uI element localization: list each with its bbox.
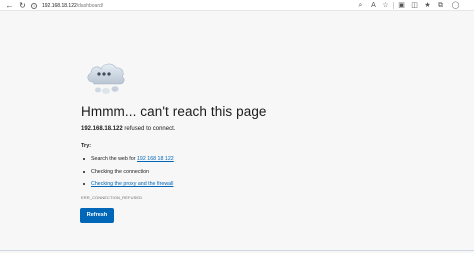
- search-icon[interactable]: ⌕: [356, 1, 365, 10]
- error-description: 192.168.18.122 refused to connect.: [81, 126, 175, 132]
- page-title: Hmmm... can't reach this page: [81, 104, 267, 119]
- reload-icon[interactable]: ↻: [18, 1, 27, 10]
- checking-connection-text: Checking the connection: [91, 168, 150, 175]
- collections-icon[interactable]: ⧉: [436, 1, 445, 10]
- error-code: ERR_CONNECTION_REFUSED: [81, 195, 143, 200]
- bottom-border: [0, 250, 474, 251]
- url-host: 192.168.18.122: [42, 2, 77, 9]
- address-bar[interactable]: i 192.168.18.122 /dashboard/: [31, 1, 356, 10]
- list-item: Search the web for 192 168 18 122: [81, 155, 174, 168]
- cloud-error-icon: [87, 63, 125, 94]
- profile-icon[interactable]: ◯: [451, 1, 460, 10]
- info-icon[interactable]: i: [31, 2, 37, 9]
- search-prefix: Search the web for: [91, 156, 137, 162]
- browser-toolbar: ← ↻ i 192.168.18.122 /dashboard/ ⌕ A ☆ ▣…: [0, 0, 474, 11]
- toolbar-separator: [393, 2, 394, 9]
- suggestion-list: Search the web for 192 168 18 122 Checki…: [81, 155, 174, 193]
- favorites-bar-icon[interactable]: ★: [423, 1, 432, 10]
- search-web-link[interactable]: 192 168 18 122: [137, 156, 174, 162]
- error-page: Hmmm... can't reach this page 192.168.18…: [0, 12, 474, 253]
- proxy-firewall-link[interactable]: Checking the proxy and the firewall: [91, 181, 173, 187]
- list-item: Checking the proxy and the firewall: [81, 180, 174, 193]
- favorite-icon[interactable]: ☆: [381, 1, 390, 10]
- url-path: /dashboard/: [76, 2, 104, 9]
- list-item: Checking the connection: [81, 168, 174, 181]
- refused-text: refused to connect.: [122, 126, 176, 132]
- split-screen-icon[interactable]: ◫: [410, 1, 419, 10]
- extensions-icon[interactable]: ▣: [397, 1, 406, 10]
- read-aloud-icon[interactable]: A: [369, 1, 378, 10]
- try-label: Try:: [81, 143, 92, 149]
- host-address: 192.168.18.122: [81, 126, 123, 132]
- refresh-button[interactable]: Refresh: [80, 208, 114, 223]
- back-icon[interactable]: ←: [5, 1, 14, 10]
